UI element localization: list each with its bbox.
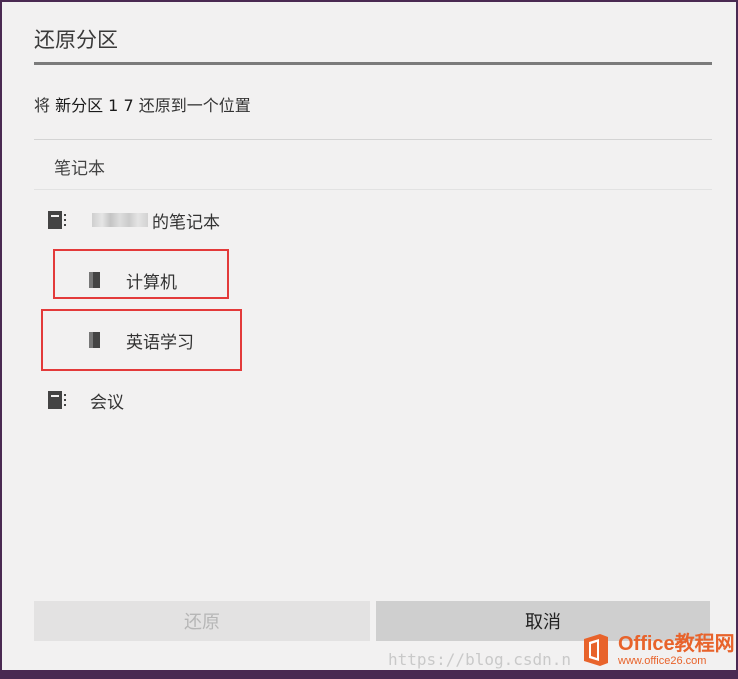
redacted-owner-name [92,213,148,227]
prompt-suffix: 还原到一个位置 [133,96,251,115]
prompt-prefix: 将 [34,96,56,115]
notebook-1-label: 的笔记本 [152,212,220,233]
watermark-url: https://blog.csdn.n [388,650,572,669]
notebook-meeting-label: 会议 [90,392,124,413]
restore-prompt: 将 新分区 1 7 还原到一个位置 [34,92,251,116]
notebook-icon [48,391,66,409]
list-top-divider [34,139,712,140]
title-divider [34,62,712,65]
dialog-title: 还原分区 [34,28,118,52]
restore-section-dialog: 还原分区 将 新分区 1 7 还原到一个位置 笔记本 的笔记本 计算机 英语学习… [2,2,736,670]
prompt-section-name: 新分区 1 7 [55,96,134,115]
tree-item-notebook-1[interactable]: 的笔记本 [46,205,220,235]
tree-item-notebook-meeting[interactable]: 会议 [46,385,124,415]
office-logo-icon [584,634,608,666]
office-logo: Office教程网 www.office26.com [578,632,735,668]
restore-button[interactable]: 还原 [34,601,370,641]
notebook-icon [48,211,66,229]
logo-subtitle: www.office26.com [618,654,707,667]
logo-title: Office教程网 [618,632,735,655]
highlight-box-english [41,309,242,371]
list-header: 笔记本 [54,159,105,179]
highlight-box-computer [53,249,229,299]
list-header-divider [34,189,712,190]
